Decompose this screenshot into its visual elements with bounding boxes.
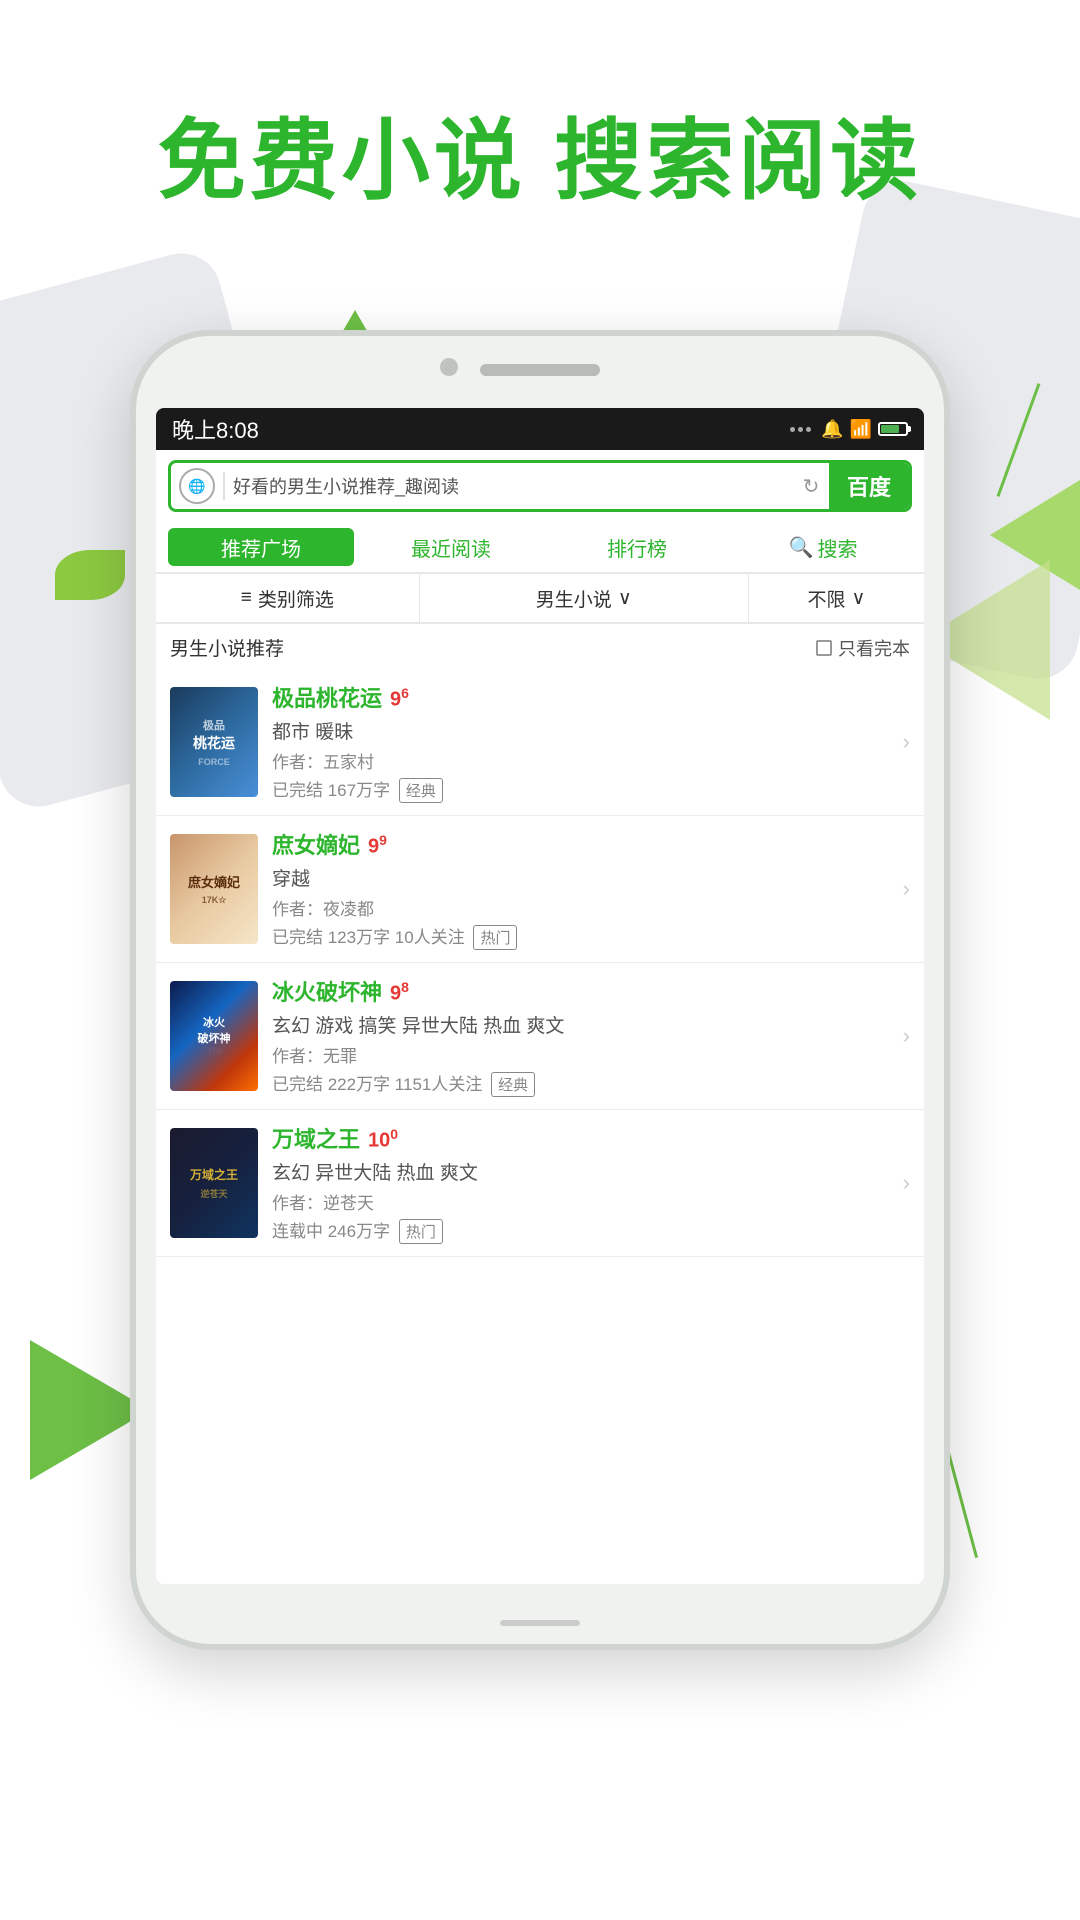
baidu-search-button[interactable]: 百度 (829, 463, 909, 509)
book-title-row-1: 极品桃花运 96 (272, 681, 889, 713)
page-title: 免费小说 搜索阅读 (0, 90, 1080, 217)
phone-home-bar (500, 1620, 580, 1626)
book-rating-3: 98 (390, 979, 409, 1006)
section-title: 男生小说推荐 (170, 634, 284, 661)
phone-mockup: 晚上8:08 🔔 📶 🌐 好看的 (130, 330, 950, 1650)
book-tag-2: 热门 (473, 925, 517, 950)
only-complete-toggle[interactable]: 只看完本 (816, 635, 910, 661)
chevron-down-icon-2: ∨ (851, 587, 865, 610)
book-item-3[interactable]: 冰火 破坏神 TRi 冰火破坏神 98 玄幻 游戏 搞笑 异世大陆 热血 爽文 (156, 963, 924, 1110)
signal-dot-3 (806, 427, 811, 432)
book-tag-3: 经典 (491, 1072, 535, 1097)
chevron-down-icon: ∨ (618, 587, 632, 610)
status-bar: 晚上8:08 🔔 📶 (156, 408, 924, 450)
section-header: 男生小说推荐 只看完本 (156, 624, 924, 669)
arrow-icon-3: › (903, 1023, 910, 1049)
book-genre-2: 穿越 (272, 864, 889, 891)
book-cover-3: 冰火 破坏神 TRi (170, 981, 258, 1091)
book-cover-4: 万域之王 逆苍天 (170, 1128, 258, 1238)
book-list: 极品 桃花运 FORCE 极品桃花运 96 都市 暖昧 (156, 669, 924, 1257)
signal-dot-1 (790, 427, 795, 432)
search-bar[interactable]: 🌐 好看的男生小说推荐_趣阅读 ↻ 百度 (168, 460, 912, 512)
book-cover-1: 极品 桃花运 FORCE (170, 687, 258, 797)
book-item-1[interactable]: 极品 桃花运 FORCE 极品桃花运 96 都市 暖昧 (156, 669, 924, 816)
book-item-2[interactable]: 庶女嫡妃 17K☆ 庶女嫡妃 99 穿越 作者：夜凌都 (156, 816, 924, 963)
book-item-4[interactable]: 万域之王 逆苍天 万域之王 100 玄幻 异世大陆 热血 爽文 作者：逆苍天 (156, 1110, 924, 1257)
filter-category[interactable]: ≡ 类别筛选 (156, 574, 420, 622)
book-cover-2: 庶女嫡妃 17K☆ (170, 834, 258, 944)
book-stats-3: 已完结 222万字 1151人关注 经典 (272, 1070, 889, 1097)
complete-label: 只看完本 (838, 635, 910, 661)
arrow-icon-4: › (903, 1170, 910, 1196)
book-genre-1: 都市 暖昧 (272, 717, 889, 744)
tab-search[interactable]: 🔍 搜索 (730, 522, 916, 572)
status-icons: 🔔 📶 (790, 419, 908, 440)
search-icon: 🔍 (789, 535, 814, 560)
book-rating-4: 100 (368, 1126, 398, 1153)
phone-camera (440, 358, 458, 376)
book-title-4: 万域之王 (272, 1122, 360, 1154)
battery-fill (881, 425, 899, 433)
book-tag-4: 热门 (399, 1219, 443, 1244)
complete-checkbox[interactable] (816, 640, 832, 656)
filter-icon: ≡ (241, 587, 252, 609)
arrow-icon-2: › (903, 876, 910, 902)
book-author-4: 作者：逆苍天 (272, 1189, 889, 1214)
book-genre-3: 玄幻 游戏 搞笑 异世大陆 热血 爽文 (272, 1011, 889, 1038)
tab-ranking[interactable]: 排行榜 (544, 522, 730, 572)
globe-icon: 🌐 (179, 468, 215, 504)
book-title-1: 极品桃花运 (272, 681, 382, 713)
cover-image-3: 冰火 破坏神 TRi (170, 981, 258, 1091)
wifi-icon: 📶 (850, 419, 872, 440)
signal-dot-2 (798, 427, 803, 432)
book-tag-1: 经典 (399, 778, 443, 803)
signal-dots (790, 427, 811, 432)
phone-outer: 晚上8:08 🔔 📶 🌐 好看的 (130, 330, 950, 1650)
cover-image-4: 万域之王 逆苍天 (170, 1128, 258, 1238)
book-info-1: 极品桃花运 96 都市 暖昧 作者：五家村 已完结 167万字 经典 (272, 681, 889, 803)
book-title-row-4: 万域之王 100 (272, 1122, 889, 1154)
book-title-row-2: 庶女嫡妃 99 (272, 828, 889, 860)
book-author-3: 作者：无罪 (272, 1042, 889, 1067)
filter-gender[interactable]: 男生小说 ∨ (420, 574, 749, 622)
battery-icon (878, 422, 908, 436)
filter-row: ≡ 类别筛选 男生小说 ∨ 不限 ∨ (156, 574, 924, 624)
search-divider (223, 472, 225, 500)
status-time: 晚上8:08 (172, 413, 259, 445)
book-stats-4: 连载中 246万字 热门 (272, 1217, 889, 1244)
cover-image-1: 极品 桃花运 FORCE (170, 687, 258, 797)
book-rating-2: 99 (368, 832, 387, 859)
book-info-3: 冰火破坏神 98 玄幻 游戏 搞笑 异世大陆 热血 爽文 作者：无罪 已完结 2… (272, 975, 889, 1097)
phone-screen: 晚上8:08 🔔 📶 🌐 好看的 (156, 408, 924, 1584)
book-stats-1: 已完结 167万字 经典 (272, 776, 889, 803)
book-author-1: 作者：五家村 (272, 748, 889, 773)
cover-image-2: 庶女嫡妃 17K☆ (170, 834, 258, 944)
bg-leaf-left (55, 550, 125, 600)
book-genre-4: 玄幻 异世大陆 热血 爽文 (272, 1158, 889, 1185)
book-info-2: 庶女嫡妃 99 穿越 作者：夜凌都 已完结 123万字 10人关注 热门 (272, 828, 889, 950)
book-title-2: 庶女嫡妃 (272, 828, 360, 860)
nav-tabs: 推荐广场 最近阅读 排行榜 🔍 搜索 (156, 522, 924, 574)
phone-speaker (480, 364, 600, 376)
refresh-icon[interactable]: ↻ (793, 468, 829, 504)
filter-limit[interactable]: 不限 ∨ (749, 574, 924, 622)
arrow-icon-1: › (903, 729, 910, 755)
mute-icon: 🔔 (821, 419, 843, 440)
book-title-row-3: 冰火破坏神 98 (272, 975, 889, 1007)
book-stats-2: 已完结 123万字 10人关注 热门 (272, 923, 889, 950)
search-query[interactable]: 好看的男生小说推荐_趣阅读 (233, 473, 793, 499)
book-rating-1: 96 (390, 685, 409, 712)
book-info-4: 万域之王 100 玄幻 异世大陆 热血 爽文 作者：逆苍天 连载中 246万字 … (272, 1122, 889, 1244)
tab-recent[interactable]: 最近阅读 (358, 522, 544, 572)
book-title-3: 冰火破坏神 (272, 975, 382, 1007)
tab-recommend[interactable]: 推荐广场 (168, 528, 354, 566)
book-author-2: 作者：夜凌都 (272, 895, 889, 920)
